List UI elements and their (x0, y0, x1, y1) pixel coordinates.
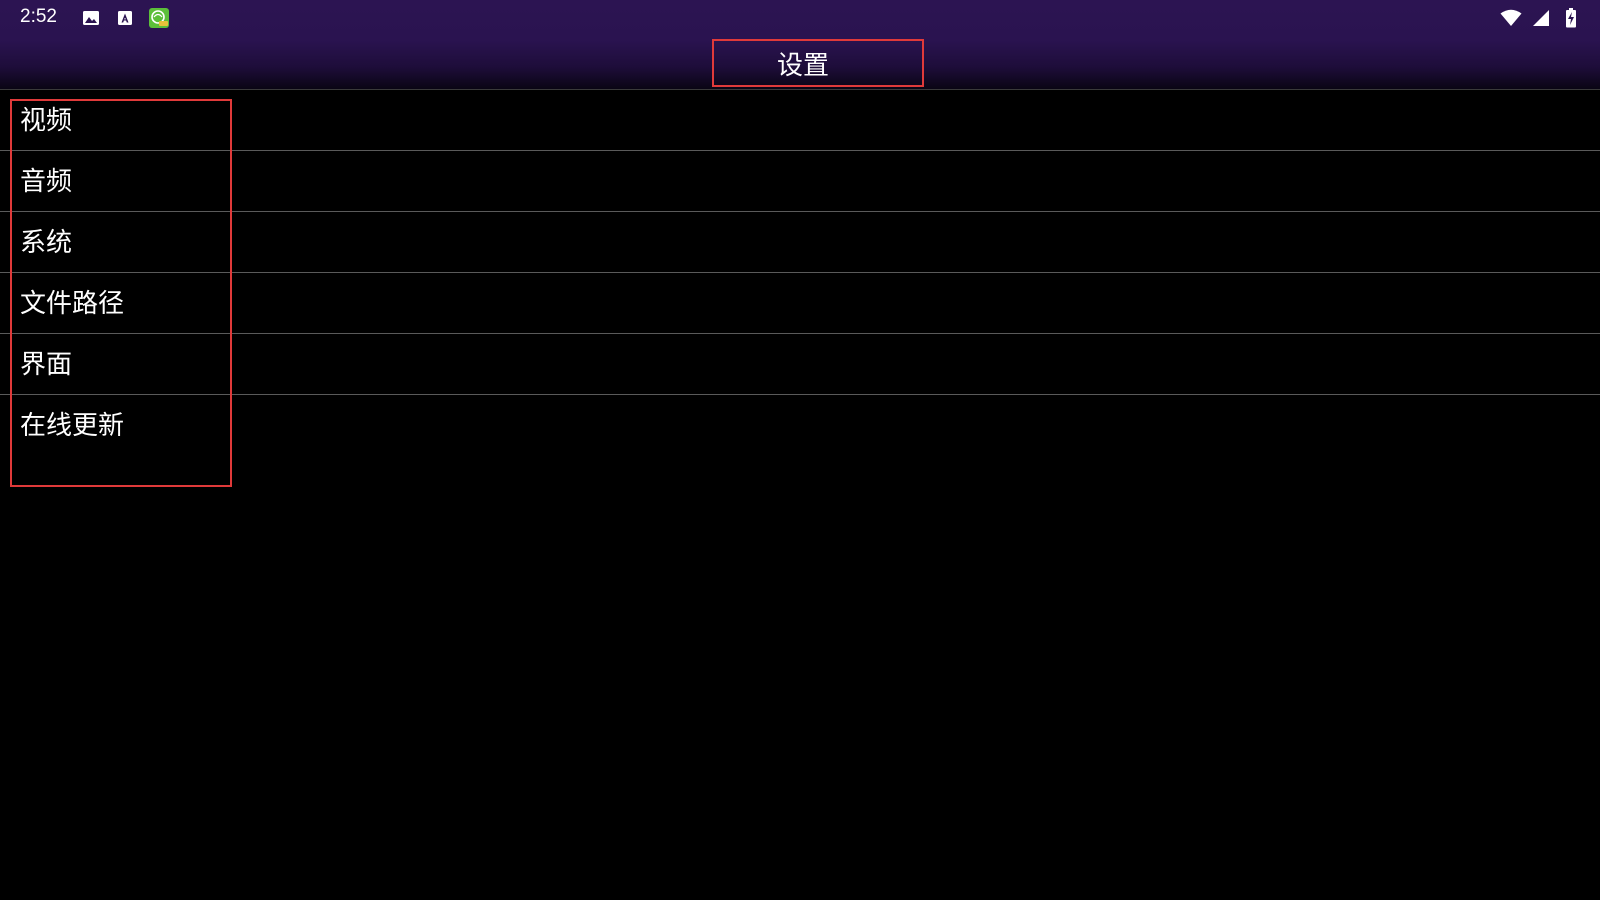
menu-item-label: 在线更新 (20, 411, 125, 441)
battery-charging-icon (1560, 7, 1582, 29)
status-time: 2:52 (20, 6, 57, 27)
menu-item-video[interactable]: 视频 (0, 90, 1600, 151)
signal-icon (1530, 7, 1552, 29)
menu-item-label: 文件路径 (20, 289, 125, 319)
menu-item-label: 音频 (20, 167, 73, 197)
top-bar: 2:52 设置 (0, 0, 1600, 89)
menu-item-label: 界面 (20, 350, 73, 380)
text-a-icon (114, 7, 136, 29)
app-badge-icon (148, 7, 170, 29)
menu-item-label: 视频 (20, 106, 73, 136)
settings-menu: 视频 音频 系统 文件路径 界面 在线更新 (0, 90, 1600, 490)
wifi-icon (1500, 7, 1522, 29)
page-title: 设置 (712, 39, 924, 87)
menu-item-label: 系统 (20, 228, 73, 258)
menu-item-system[interactable]: 系统 (0, 212, 1600, 273)
menu-item-online-update[interactable]: 在线更新 (0, 395, 1600, 490)
menu-item-interface[interactable]: 界面 (0, 334, 1600, 395)
notification-icons (80, 7, 170, 29)
image-icon (80, 7, 102, 29)
menu-item-audio[interactable]: 音频 (0, 151, 1600, 212)
system-status-icons (1500, 7, 1582, 29)
menu-item-file-path[interactable]: 文件路径 (0, 273, 1600, 334)
settings-screen: 2:52 设置 视频 音频 系统 文件路径 界面 在线更新 (0, 0, 1600, 900)
